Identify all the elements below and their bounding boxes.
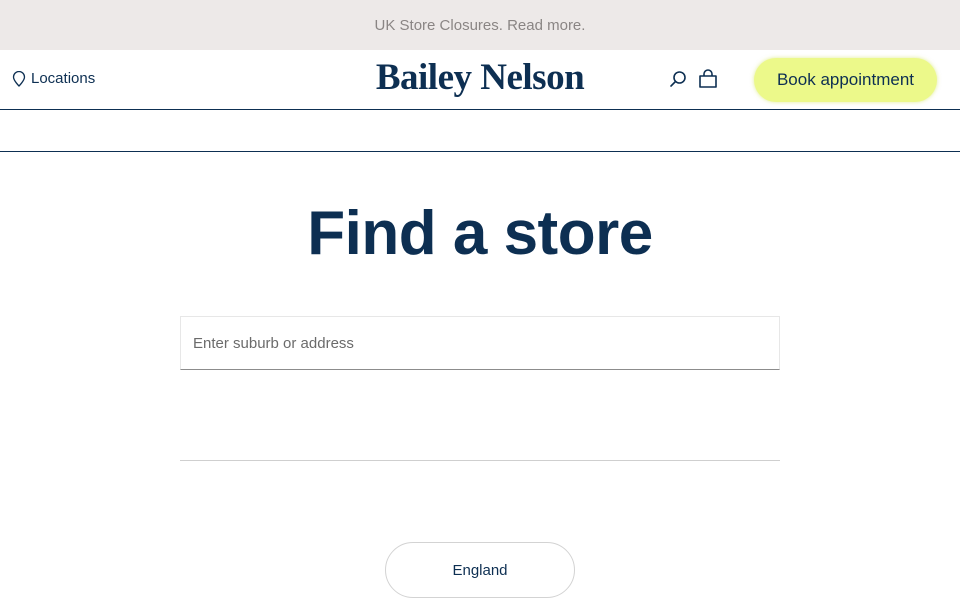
locations-link[interactable]: Locations bbox=[12, 70, 95, 87]
cart-button[interactable] bbox=[697, 68, 719, 90]
book-appointment-label: Book appointment bbox=[776, 70, 915, 89]
region-label: England bbox=[452, 561, 508, 579]
page-title: Find a store bbox=[307, 199, 653, 268]
book-appointment-button[interactable]: Book appointment bbox=[754, 58, 937, 102]
region-button-england[interactable]: England bbox=[385, 542, 575, 598]
search-results-area bbox=[180, 370, 780, 461]
announcement-bar[interactable]: UK Store Closures. Read more. bbox=[0, 0, 960, 50]
bag-icon bbox=[699, 69, 717, 88]
search-button[interactable] bbox=[667, 68, 689, 90]
announcement-text[interactable]: UK Store Closures. Read more. bbox=[375, 17, 586, 34]
secondary-nav bbox=[0, 111, 960, 152]
store-search-input[interactable] bbox=[180, 316, 780, 370]
site-header: Locations Bailey Nelson Book appointment bbox=[0, 50, 960, 110]
logo-text[interactable]: Bailey Nelson bbox=[376, 57, 585, 98]
location-pin-icon bbox=[12, 70, 26, 87]
search-icon bbox=[670, 71, 686, 87]
locations-label: Locations bbox=[31, 70, 96, 87]
